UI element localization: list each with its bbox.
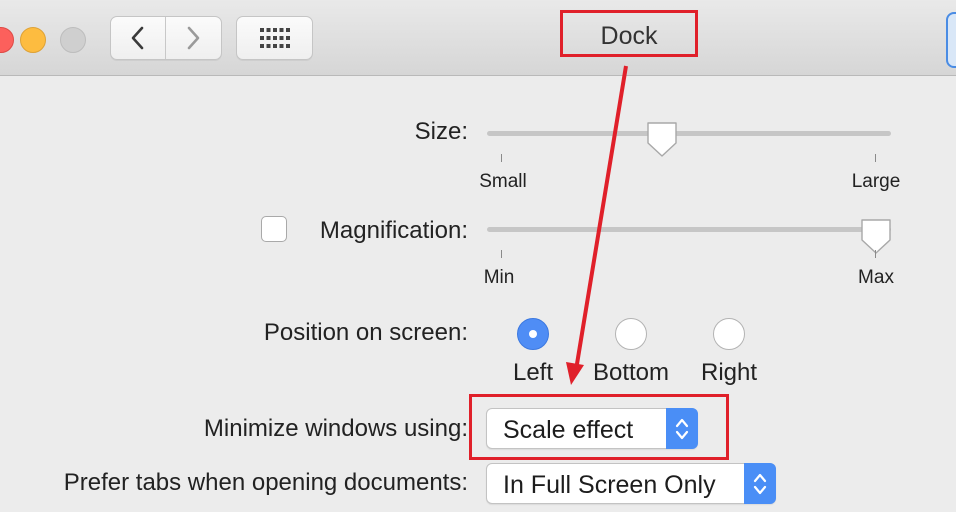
forward-button[interactable] (166, 17, 220, 59)
position-bottom-radio[interactable] (615, 318, 647, 350)
position-left-radio[interactable] (517, 318, 549, 350)
magnification-min-label: Min (483, 267, 515, 288)
magnification-min-tick (501, 250, 502, 258)
minimize-label: Minimize windows using: (203, 415, 468, 442)
zoom-window-button[interactable] (60, 27, 86, 53)
chevron-right-icon (187, 26, 200, 50)
search-field-edge[interactable] (946, 12, 956, 68)
size-max-label: Large (851, 171, 901, 192)
size-slider-thumb[interactable] (645, 121, 679, 159)
size-slider-track[interactable] (487, 131, 891, 136)
navigation-buttons (110, 16, 222, 60)
minimize-window-button[interactable] (20, 27, 46, 53)
position-right-option[interactable]: Right (689, 359, 769, 387)
position-label: Position on screen: (263, 319, 468, 346)
magnification-max-label: Max (858, 267, 894, 288)
popup-stepper-icon (744, 463, 776, 504)
magnification-slider-track[interactable] (487, 227, 891, 232)
size-label: Size: (414, 118, 468, 145)
size-min-tick (501, 154, 502, 162)
position-left-option[interactable]: Left (493, 359, 573, 387)
magnification-max-tick (875, 250, 876, 258)
window-toolbar: Dock (0, 0, 956, 76)
prefer-tabs-label: Prefer tabs when opening documents: (63, 469, 468, 496)
chevron-left-icon (131, 26, 144, 50)
position-bottom-option[interactable]: Bottom (581, 359, 681, 387)
magnification-slider-thumb[interactable] (859, 218, 893, 256)
grid-icon (259, 28, 290, 48)
prefer-tabs-popup[interactable]: In Full Screen Only (486, 463, 776, 504)
size-min-label: Small (479, 171, 527, 192)
position-right-radio[interactable] (713, 318, 745, 350)
show-all-button[interactable] (236, 16, 313, 60)
close-window-button[interactable] (0, 27, 14, 53)
prefer-tabs-value: In Full Screen Only (503, 471, 716, 499)
back-button[interactable] (111, 17, 165, 59)
magnification-checkbox[interactable] (261, 216, 287, 242)
size-max-tick (875, 154, 876, 162)
magnification-label: Magnification: (319, 217, 468, 244)
minimize-annotation-box (469, 394, 729, 460)
title-annotation-box (560, 10, 698, 57)
